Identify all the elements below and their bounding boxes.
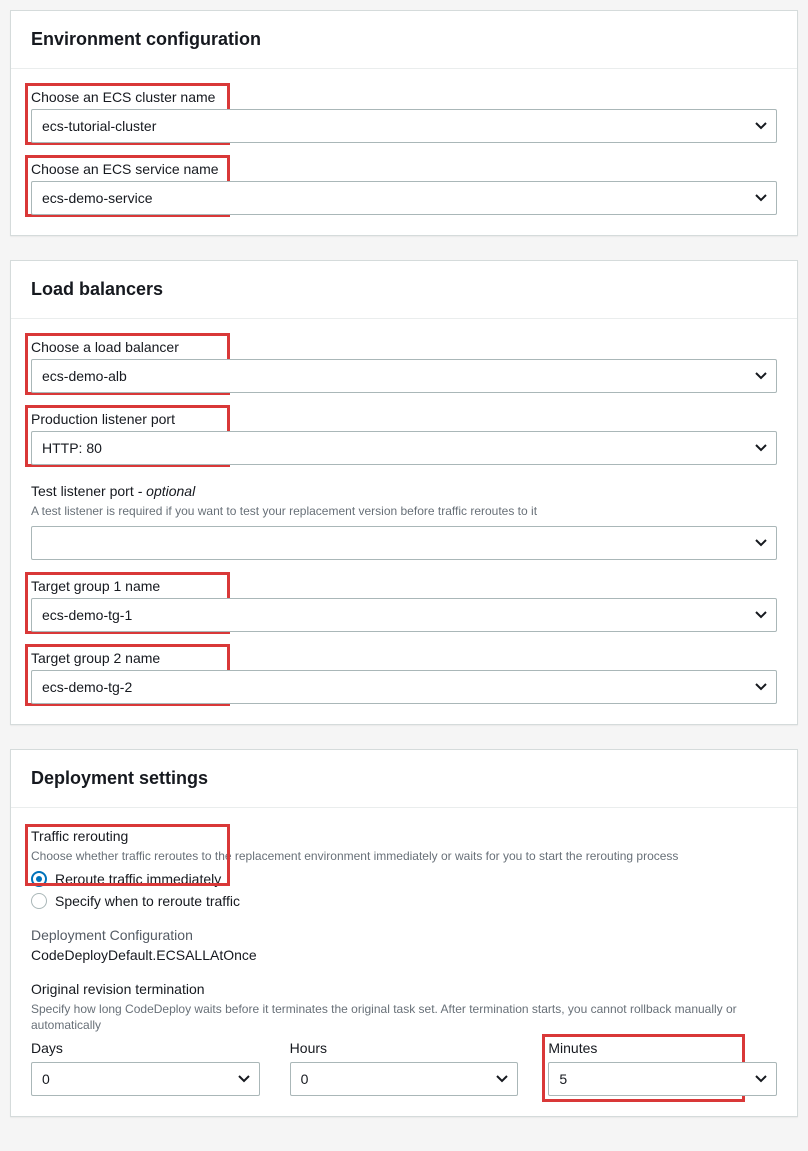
panel-header: Deployment settings — [11, 750, 797, 808]
traffic-rerouting-desc: Choose whether traffic reroutes to the r… — [31, 848, 777, 865]
minutes-label: Minutes — [548, 1040, 777, 1056]
deployment-settings-panel: Deployment settings Traffic rerouting Ch… — [10, 749, 798, 1117]
days-select[interactable]: 0 — [31, 1062, 260, 1096]
load-balancers-panel: Load balancers Choose a load balancer ec… — [10, 260, 798, 725]
minutes-select[interactable]: 5 — [548, 1062, 777, 1096]
load-balancer-select[interactable]: ecs-demo-alb — [31, 359, 777, 393]
minutes-value: 5 — [548, 1062, 777, 1096]
prod-listener-select[interactable]: HTTP: 80 — [31, 431, 777, 465]
tg2-select[interactable]: ecs-demo-tg-2 — [31, 670, 777, 704]
section-title: Load balancers — [31, 279, 777, 300]
panel-body: Choose an ECS cluster name ecs-tutorial-… — [11, 69, 797, 235]
termination-desc: Specify how long CodeDeploy waits before… — [31, 1001, 777, 1035]
prod-listener-label: Production listener port — [31, 411, 777, 427]
ecs-cluster-label: Choose an ECS cluster name — [31, 89, 777, 105]
test-listener-label: Test listener port - optional — [31, 483, 777, 499]
panel-body: Choose a load balancer ecs-demo-alb Prod… — [11, 319, 797, 724]
ecs-cluster-value: ecs-tutorial-cluster — [31, 109, 777, 143]
tg1-value: ecs-demo-tg-1 — [31, 598, 777, 632]
radio-label: Specify when to reroute traffic — [55, 893, 240, 909]
load-balancer-value: ecs-demo-alb — [31, 359, 777, 393]
hours-label: Hours — [290, 1040, 519, 1056]
test-listener-value — [31, 526, 777, 560]
load-balancer-label: Choose a load balancer — [31, 339, 777, 355]
section-title: Deployment settings — [31, 768, 777, 789]
radio-unchecked-icon — [31, 893, 47, 909]
panel-header: Environment configuration — [11, 11, 797, 69]
radio-checked-icon — [31, 871, 47, 887]
tg1-label: Target group 1 name — [31, 578, 777, 594]
days-value: 0 — [31, 1062, 260, 1096]
deploy-config-value: CodeDeployDefault.ECSALLAtOnce — [31, 947, 777, 963]
test-listener-select[interactable] — [31, 526, 777, 560]
environment-configuration-panel: Environment configuration Choose an ECS … — [10, 10, 798, 236]
ecs-service-select[interactable]: ecs-demo-service — [31, 181, 777, 215]
termination-label: Original revision termination — [31, 981, 777, 997]
radio-reroute-immediately[interactable]: Reroute traffic immediately — [31, 871, 777, 887]
ecs-service-value: ecs-demo-service — [31, 181, 777, 215]
deploy-config-label: Deployment Configuration — [31, 927, 777, 943]
optional-label: - optional — [134, 483, 195, 499]
tg2-label: Target group 2 name — [31, 650, 777, 666]
page-title: Environment configuration — [31, 29, 777, 50]
hours-value: 0 — [290, 1062, 519, 1096]
traffic-rerouting-label: Traffic rerouting — [31, 828, 777, 844]
ecs-service-label: Choose an ECS service name — [31, 161, 777, 177]
panel-header: Load balancers — [11, 261, 797, 319]
test-listener-label-text: Test listener port — [31, 483, 134, 499]
test-listener-desc: A test listener is required if you want … — [31, 503, 777, 520]
radio-label: Reroute traffic immediately — [55, 871, 221, 887]
tg1-select[interactable]: ecs-demo-tg-1 — [31, 598, 777, 632]
prod-listener-value: HTTP: 80 — [31, 431, 777, 465]
radio-specify-when[interactable]: Specify when to reroute traffic — [31, 893, 777, 909]
hours-select[interactable]: 0 — [290, 1062, 519, 1096]
days-label: Days — [31, 1040, 260, 1056]
panel-body: Traffic rerouting Choose whether traffic… — [11, 808, 797, 1116]
ecs-cluster-select[interactable]: ecs-tutorial-cluster — [31, 109, 777, 143]
tg2-value: ecs-demo-tg-2 — [31, 670, 777, 704]
